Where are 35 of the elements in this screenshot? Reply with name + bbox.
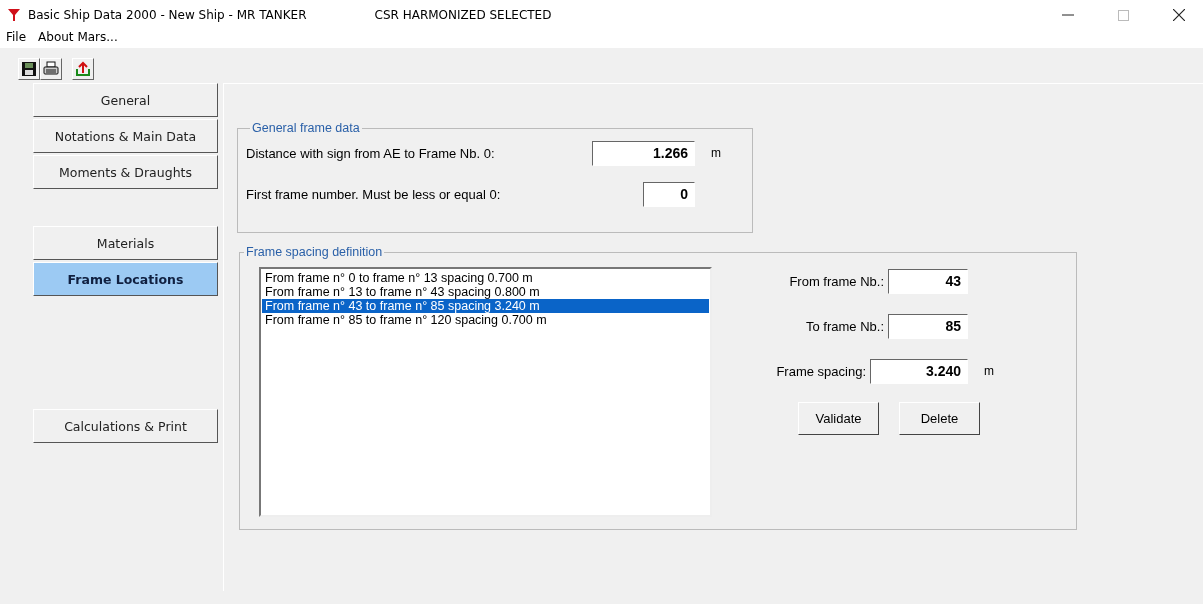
sidebar-button[interactable]: Notations & Main Data xyxy=(33,119,218,153)
sidebar-button[interactable]: Frame Locations xyxy=(33,262,218,296)
sidebar-button[interactable]: Moments & Draughts xyxy=(33,155,218,189)
list-item[interactable]: From frame n° 13 to frame n° 43 spacing 0.800 m xyxy=(262,285,709,299)
print-button[interactable] xyxy=(40,58,62,80)
close-icon[interactable] xyxy=(1173,9,1185,21)
input-field[interactable]: 0 xyxy=(643,181,695,207)
save-button[interactable] xyxy=(18,58,40,80)
group-title: Frame spacing definition xyxy=(245,245,384,259)
field-label: Frame spacing: xyxy=(775,363,867,379)
unit-label: m xyxy=(711,146,721,160)
input-field[interactable]: 3.240 xyxy=(870,358,968,384)
group-title: General frame data xyxy=(251,121,361,135)
input-field[interactable]: 43 xyxy=(888,268,968,294)
menu-item[interactable]: About Mars... xyxy=(38,30,118,48)
field-label: Distance with sign from AE to Frame Nb. 0: xyxy=(246,145,496,161)
list-item[interactable]: From frame n° 85 to frame n° 120 spacing 0.700 m xyxy=(262,313,709,327)
input-field[interactable]: 1.266 xyxy=(592,140,695,166)
window-subtitle: CSR HARMONIZED SELECTED xyxy=(374,8,552,22)
action-button[interactable]: Delete xyxy=(899,402,980,435)
field-label: First frame number. Must be less or equal 0: xyxy=(246,186,502,202)
field-label: From frame Nb.: xyxy=(788,273,885,289)
sidebar-button[interactable]: Calculations & Print xyxy=(33,409,218,443)
field-label: To frame Nb.: xyxy=(804,318,885,334)
funnel-icon xyxy=(8,8,20,22)
sidebar-button[interactable]: General xyxy=(33,83,218,117)
action-button[interactable]: Validate xyxy=(798,402,879,435)
sidebar-button[interactable]: Materials xyxy=(33,226,218,260)
input-field[interactable]: 85 xyxy=(888,313,968,339)
menu-item[interactable]: File xyxy=(6,30,27,48)
export-button[interactable] xyxy=(72,58,94,80)
window-title: Basic Ship Data 2000 - New Ship - MR TANKER xyxy=(28,8,307,22)
unit-label: m xyxy=(984,364,994,378)
list-item[interactable]: From frame n° 43 to frame n° 85 spacing 3.240 m xyxy=(262,299,709,313)
list-item[interactable]: From frame n° 0 to frame n° 13 spacing 0.700 m xyxy=(262,271,709,285)
